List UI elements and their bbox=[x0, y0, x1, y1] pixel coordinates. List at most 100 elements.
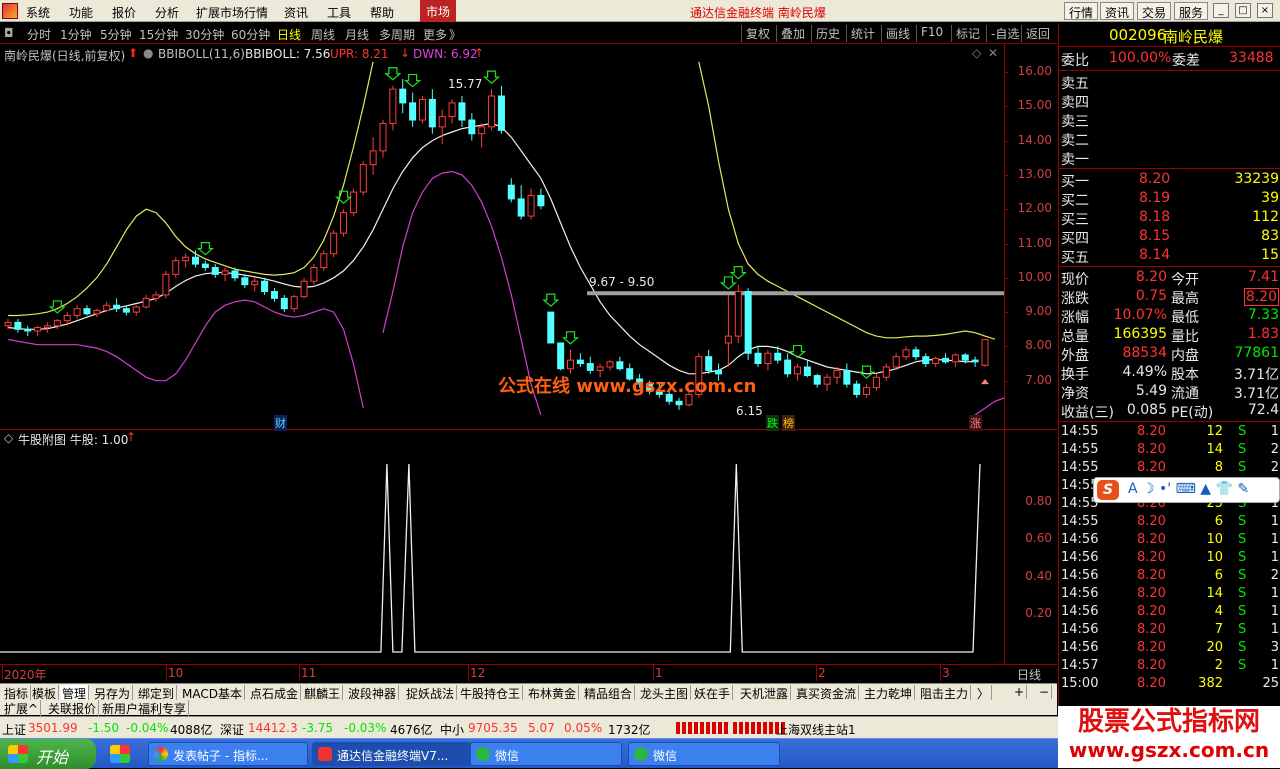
candle[interactable] bbox=[428, 98, 436, 128]
candle[interactable] bbox=[152, 294, 160, 299]
candle[interactable] bbox=[892, 356, 900, 368]
menu-item-help[interactable]: 帮助 bbox=[370, 4, 394, 21]
ask-row[interactable]: 卖五 bbox=[1059, 73, 1280, 92]
tool-stats[interactable]: 统计 bbox=[846, 25, 879, 42]
candle[interactable] bbox=[853, 383, 861, 395]
candle[interactable] bbox=[596, 366, 604, 371]
candle[interactable] bbox=[4, 321, 12, 327]
diamond-icon[interactable]: ◇ bbox=[972, 46, 981, 60]
tool-adjust[interactable]: 复权 bbox=[741, 25, 774, 42]
period-more[interactable]: 更多 bbox=[423, 26, 447, 43]
candle[interactable] bbox=[438, 116, 446, 128]
candle[interactable] bbox=[527, 194, 535, 217]
event-die-badge[interactable]: 跌 bbox=[766, 415, 779, 431]
sub-indicator-chart[interactable] bbox=[0, 447, 1005, 664]
candle[interactable] bbox=[833, 369, 841, 378]
tool-draw[interactable]: 画线 bbox=[881, 25, 914, 42]
period-multi[interactable]: 多周期 bbox=[379, 26, 415, 43]
candle[interactable] bbox=[754, 352, 762, 365]
candle[interactable] bbox=[211, 267, 219, 275]
menu-item-tools[interactable]: 工具 bbox=[327, 4, 351, 21]
service-button[interactable]: 服务 bbox=[1174, 2, 1209, 20]
candle[interactable] bbox=[537, 194, 545, 207]
candle[interactable] bbox=[843, 369, 851, 385]
close-panel-icon[interactable]: ✕ bbox=[988, 46, 998, 60]
candle[interactable] bbox=[567, 359, 575, 370]
period-daily[interactable]: 日线 bbox=[277, 26, 301, 43]
candle[interactable] bbox=[971, 359, 979, 363]
candle[interactable] bbox=[201, 263, 209, 269]
candle[interactable] bbox=[961, 354, 969, 361]
candle[interactable] bbox=[359, 164, 367, 193]
info-button[interactable]: 资讯 bbox=[1100, 2, 1135, 20]
candle[interactable] bbox=[418, 98, 426, 121]
candle[interactable] bbox=[468, 119, 476, 135]
bid-row[interactable]: 买一 8.20 33239 bbox=[1059, 171, 1280, 190]
candle[interactable] bbox=[497, 95, 505, 131]
candle[interactable] bbox=[586, 363, 594, 371]
candle[interactable] bbox=[912, 349, 920, 358]
taskbar-item-wechat-1[interactable]: 微信 bbox=[470, 742, 622, 766]
bid-row[interactable]: 买三 8.18 112 bbox=[1059, 209, 1280, 228]
candle[interactable] bbox=[162, 273, 170, 296]
taskbar-item-tdx[interactable]: 通达信金融终端V7... bbox=[312, 742, 472, 766]
candle[interactable] bbox=[83, 308, 91, 315]
candle[interactable] bbox=[93, 309, 101, 315]
ask-row[interactable]: 卖四 bbox=[1059, 92, 1280, 111]
quicklaunch-icon[interactable] bbox=[110, 745, 130, 763]
sogou-logo-icon[interactable]: S bbox=[1097, 480, 1119, 500]
period-60min[interactable]: 60分钟 bbox=[231, 26, 270, 43]
menu-item-info[interactable]: 资讯 bbox=[284, 4, 308, 21]
period-30min[interactable]: 30分钟 bbox=[185, 26, 224, 43]
tool-back[interactable]: 返回 bbox=[1021, 25, 1054, 42]
candle[interactable] bbox=[458, 102, 466, 121]
menu-item-system[interactable]: 系统 bbox=[26, 4, 50, 21]
candle[interactable] bbox=[576, 359, 584, 365]
candle[interactable] bbox=[310, 267, 318, 282]
candle[interactable] bbox=[882, 366, 890, 378]
range-line[interactable] bbox=[587, 291, 1005, 296]
panel-toggle-icon[interactable]: ◘ bbox=[4, 26, 14, 40]
candle[interactable] bbox=[705, 356, 713, 371]
candle[interactable] bbox=[290, 296, 298, 310]
candle[interactable] bbox=[300, 280, 308, 298]
event-cai-badge[interactable]: 财 bbox=[274, 415, 287, 431]
candle[interactable] bbox=[488, 95, 496, 128]
sub-panel-toggle-icon[interactable]: ◇ bbox=[4, 431, 13, 445]
period-1min[interactable]: 1分钟 bbox=[60, 26, 92, 43]
candle[interactable] bbox=[675, 400, 683, 406]
bid-row[interactable]: 买四 8.15 83 bbox=[1059, 228, 1280, 247]
candle[interactable] bbox=[744, 291, 752, 354]
candle[interactable] bbox=[902, 349, 910, 358]
candle[interactable] bbox=[320, 253, 328, 269]
close-icon[interactable]: × bbox=[1257, 3, 1273, 18]
menu-item-ext-market[interactable]: 扩展市场行情 bbox=[196, 4, 268, 21]
candle[interactable] bbox=[606, 361, 614, 368]
candle[interactable] bbox=[734, 291, 742, 337]
tool-self-select[interactable]: -自选 bbox=[986, 25, 1023, 42]
ask-row[interactable]: 卖三 bbox=[1059, 111, 1280, 130]
candle[interactable] bbox=[942, 357, 950, 363]
candle[interactable] bbox=[517, 198, 525, 217]
indicator-name[interactable]: BBIBOLL(11,6) bbox=[158, 47, 245, 61]
candle[interactable] bbox=[369, 150, 377, 166]
maximize-icon[interactable]: □ bbox=[1235, 3, 1251, 18]
trade-button[interactable]: 交易 bbox=[1137, 2, 1172, 20]
candle[interactable] bbox=[932, 357, 940, 365]
candle[interactable] bbox=[221, 270, 229, 275]
minimize-icon[interactable]: _ bbox=[1213, 3, 1229, 18]
ask-row[interactable]: 卖二 bbox=[1059, 130, 1280, 149]
candle[interactable] bbox=[53, 320, 61, 327]
candle[interactable] bbox=[63, 315, 71, 322]
market-button[interactable]: 市场 bbox=[420, 0, 457, 22]
candle[interactable] bbox=[172, 260, 180, 275]
candle[interactable] bbox=[813, 375, 821, 385]
period-5min[interactable]: 5分钟 bbox=[100, 26, 132, 43]
candle[interactable] bbox=[823, 376, 831, 385]
candle[interactable] bbox=[951, 354, 959, 363]
candle[interactable] bbox=[793, 366, 801, 375]
up-arrow-icon[interactable]: ⬆ bbox=[128, 46, 138, 60]
candle[interactable] bbox=[774, 352, 782, 361]
candle[interactable] bbox=[34, 327, 42, 332]
ask-row[interactable]: 卖一 bbox=[1059, 149, 1280, 168]
